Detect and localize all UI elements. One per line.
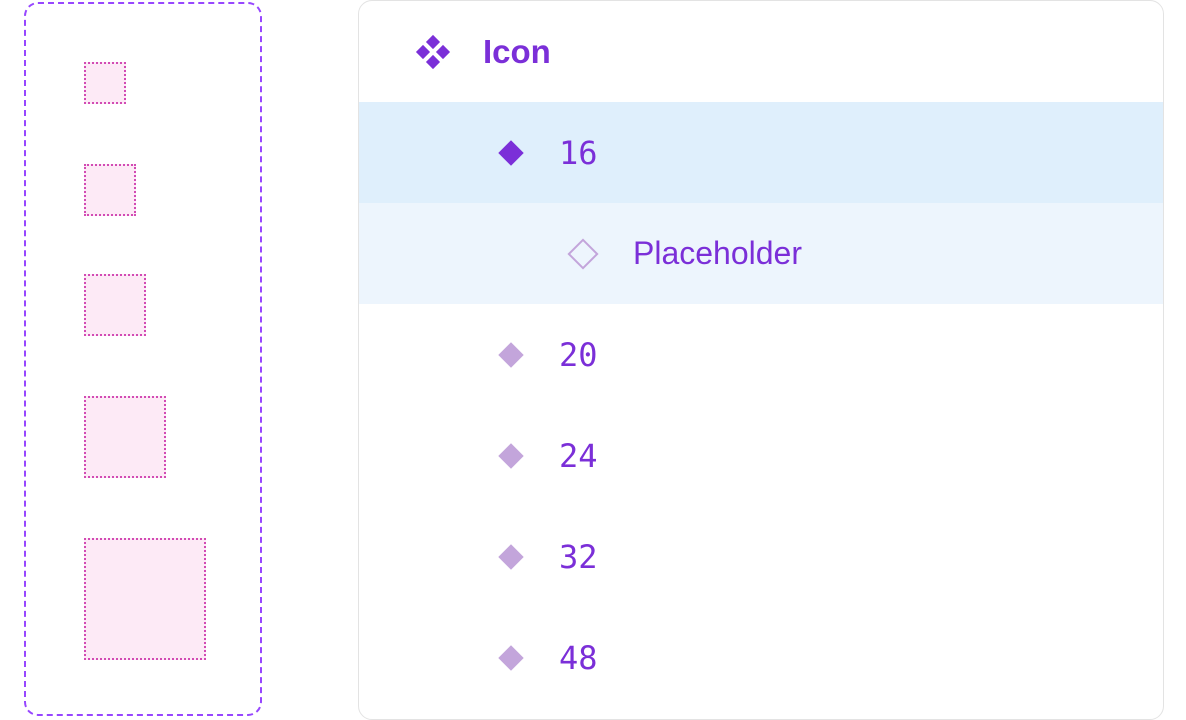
component-set-frame[interactable] [24, 2, 262, 716]
layer-row-24[interactable]: 24 [359, 405, 1163, 506]
component-icon [493, 337, 529, 373]
layer-row-16[interactable]: 16 [359, 102, 1163, 203]
layer-label: Icon [483, 32, 551, 70]
layer-row-32[interactable]: 32 [359, 506, 1163, 607]
design-canvas: Icon 16 Placeholder 20 24 32 48 [0, 0, 1186, 720]
variant-20-placeholder[interactable] [84, 164, 136, 216]
variant-48-placeholder[interactable] [84, 538, 206, 660]
component-icon [493, 135, 529, 171]
component-icon [493, 640, 529, 676]
instance-icon [565, 236, 601, 272]
layer-row-placeholder[interactable]: Placeholder [359, 203, 1163, 304]
layer-label: 32 [559, 537, 598, 576]
layer-row-20[interactable]: 20 [359, 304, 1163, 405]
layer-label: Placeholder [633, 235, 802, 271]
layer-row-48[interactable]: 48 [359, 607, 1163, 708]
layer-label: 48 [559, 638, 598, 677]
component-icon [493, 539, 529, 575]
layer-label: 20 [559, 335, 598, 374]
layer-label: 24 [559, 436, 598, 475]
component-icon [493, 438, 529, 474]
variant-16-placeholder[interactable] [84, 62, 126, 104]
layer-label: 16 [559, 133, 598, 172]
layer-row-icon[interactable]: Icon [359, 1, 1163, 102]
variant-24-placeholder[interactable] [84, 274, 146, 336]
component-set-icon [415, 34, 451, 70]
layers-panel: Icon 16 Placeholder 20 24 32 48 [358, 0, 1164, 720]
variant-32-placeholder[interactable] [84, 396, 166, 478]
